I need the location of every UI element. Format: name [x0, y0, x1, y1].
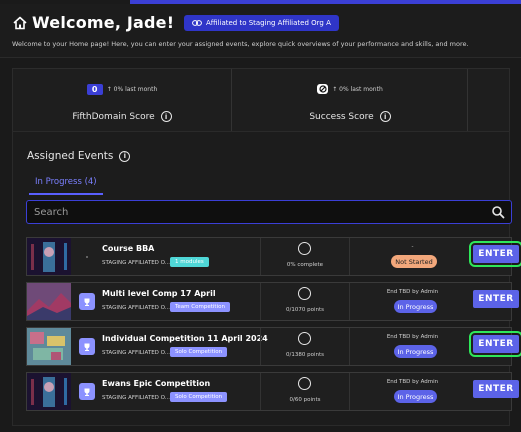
enter-button[interactable]: ENTER: [469, 331, 521, 357]
affiliation-badge: Affiliated to Staging Affiliated Org A: [184, 15, 339, 31]
end-date-text: End TBD by Admin: [386, 379, 439, 385]
enter-button[interactable]: ENTER: [473, 290, 519, 308]
status-badge: In Progress: [394, 345, 437, 358]
progress-text: 0/60 points: [289, 397, 321, 403]
progress-ring: [298, 377, 311, 390]
success-score-delta: ↑ 0% last month: [332, 85, 383, 93]
event-row: Multi level Comp 17 April STAGING AFFILI…: [26, 282, 519, 321]
event-thumbnail: [27, 373, 71, 410]
fifthdomain-score-label: FifthDomain Score: [72, 111, 155, 122]
end-date-text: End TBD by Admin: [386, 334, 439, 340]
status-badge: Not Started: [391, 255, 437, 268]
assigned-events-title: Assigned Events: [27, 150, 114, 162]
event-org: STAGING AFFILIATED O...: [102, 305, 171, 311]
divider: [260, 373, 261, 410]
event-name: Individual Competition 11 April 2024: [102, 334, 268, 343]
success-score-label: Success Score: [309, 111, 374, 122]
fifthdomain-score-delta: ↑ 0% last month: [106, 86, 158, 93]
trophy-icon: [79, 293, 95, 310]
tab-in-progress[interactable]: In Progress (4): [29, 175, 103, 195]
fifthdomain-score-value: 0: [86, 84, 103, 95]
event-tag: Team Competition: [170, 302, 230, 312]
assigned-events-panel: Assigned Events i In Progress (4) Course…: [12, 131, 521, 426]
divider: [260, 328, 261, 365]
divider: [260, 238, 261, 275]
link-icon: [192, 20, 202, 26]
event-thumbnail: [27, 238, 71, 275]
trophy-icon: [79, 338, 95, 355]
welcome-banner: Welcome, Jade! Affiliated to Staging Aff…: [0, 4, 521, 58]
divider: [260, 283, 261, 320]
event-tag: Solo Competition: [170, 347, 228, 357]
trophy-icon: [79, 248, 95, 265]
status-badge: In Progress: [394, 390, 437, 403]
progress-ring: [298, 287, 311, 300]
welcome-subtitle: Welcome to your Home page! Here, you can…: [12, 40, 469, 48]
page-title: Welcome, Jade!: [32, 13, 175, 32]
event-name: Ewans Epic Competition: [102, 379, 211, 388]
event-tag: Solo Competition: [170, 392, 228, 402]
affiliation-text: Affiliated to Staging Affiliated Org A: [206, 19, 331, 27]
event-row: Individual Competition 11 April 2024 STA…: [26, 327, 521, 366]
enter-button[interactable]: ENTER: [469, 241, 521, 267]
enter-button[interactable]: ENTER: [473, 380, 519, 398]
event-row: Ewans Epic Competition STAGING AFFILIATE…: [26, 372, 519, 411]
success-score-icon: [317, 84, 329, 94]
end-date-text: End TBD by Admin: [386, 289, 439, 295]
event-thumbnail: [27, 328, 71, 365]
progress-ring: [298, 242, 311, 255]
progress-ring: [298, 332, 311, 345]
home-icon: [13, 16, 27, 30]
event-thumbnail: [27, 283, 71, 320]
event-org: STAGING AFFILIATED O...: [102, 395, 171, 401]
event-org: STAGING AFFILIATED O...: [102, 350, 171, 356]
event-org: STAGING AFFILIATED O...: [102, 260, 171, 266]
event-row: Course BBA STAGING AFFILIATED O... 1 mod…: [26, 237, 521, 276]
end-date-text: -: [411, 244, 414, 250]
progress-text: 0/1070 points: [286, 307, 324, 313]
progress-text: 0/1380 points: [286, 352, 324, 358]
search-icon[interactable]: [491, 205, 505, 219]
info-icon[interactable]: i: [119, 150, 131, 162]
event-name: Multi level Comp 17 April: [102, 289, 216, 298]
info-icon[interactable]: i: [379, 111, 391, 122]
status-badge: In Progress: [394, 300, 437, 313]
search-bar: [26, 200, 512, 224]
search-input[interactable]: [27, 201, 477, 223]
info-icon[interactable]: i: [160, 111, 172, 122]
event-name: Course BBA: [102, 244, 155, 253]
event-tag: 1 modules: [170, 257, 209, 267]
progress-text: 0% complete: [286, 262, 324, 268]
trophy-icon: [79, 383, 95, 400]
